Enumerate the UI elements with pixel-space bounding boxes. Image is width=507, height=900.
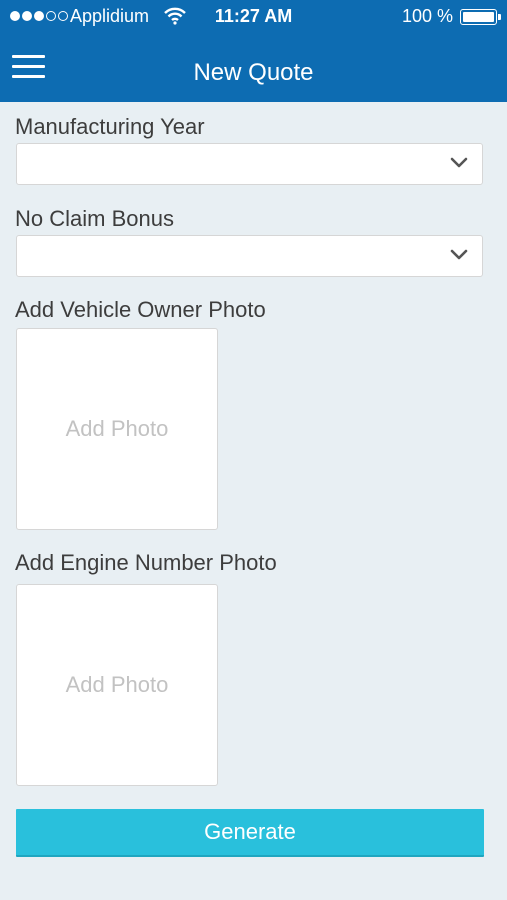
no-claim-bonus-select[interactable] (16, 235, 483, 277)
chevron-down-icon (450, 157, 468, 168)
vehicle-owner-photo-label: Add Vehicle Owner Photo (15, 297, 266, 322)
chevron-down-icon (450, 249, 468, 260)
engine-number-photo-label: Add Engine Number Photo (15, 550, 277, 575)
engine-number-photo-button[interactable]: Add Photo (16, 584, 218, 786)
page-title: New Quote (193, 59, 314, 86)
no-claim-bonus-label: No Claim Bonus (15, 206, 174, 231)
manufacturing-year-select[interactable] (16, 143, 483, 185)
add-photo-placeholder: Add Photo (65, 672, 169, 697)
generate-button[interactable]: Generate (16, 809, 484, 857)
battery-icon (460, 9, 501, 25)
battery-percentage: 100 % (401, 6, 453, 26)
manufacturing-year-label: Manufacturing Year (15, 114, 205, 139)
app-header: Applidium 11:27 AM 100 % New Quote (0, 0, 507, 102)
vehicle-owner-photo-button[interactable]: Add Photo (16, 328, 218, 530)
add-photo-placeholder: Add Photo (65, 416, 169, 441)
status-bar: Applidium 11:27 AM 100 % (0, 0, 507, 34)
